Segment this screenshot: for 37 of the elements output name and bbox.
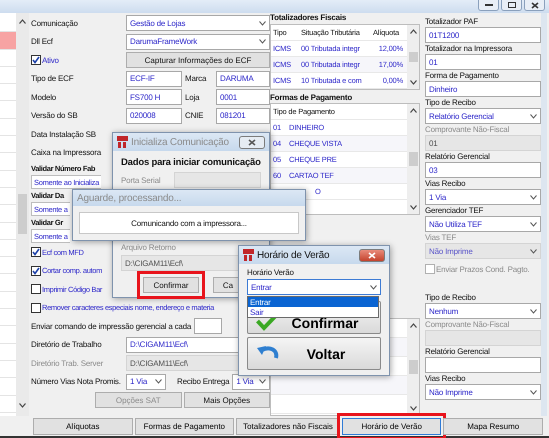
field-label: Totalizador na Impressora bbox=[425, 44, 514, 53]
field-label: CNIE bbox=[185, 111, 204, 120]
field-label: Modelo bbox=[31, 92, 58, 102]
field-label: Loja bbox=[185, 92, 200, 102]
field-label: Diretório de Trabalho bbox=[31, 340, 103, 350]
section-title: Totalizadores Fiscais bbox=[270, 13, 348, 24]
field-label: Tipo de Recibo bbox=[425, 98, 477, 107]
field-label: Marca bbox=[185, 74, 208, 84]
field-label: Arquivo Retorno bbox=[121, 243, 177, 252]
field-label: Relatório Gerencial bbox=[425, 152, 491, 161]
field-label: Vias Recibo bbox=[425, 374, 466, 383]
field-label: Comprovante Não-Fiscal bbox=[425, 320, 510, 329]
field-label: Enviar comando de impressão gerencial a cada bbox=[31, 322, 192, 331]
field-label: Número Vias Nota Promis. bbox=[31, 377, 122, 386]
field-label: Horário Verão bbox=[247, 268, 295, 277]
field-label: Gerenciador TEF bbox=[425, 206, 484, 215]
field-label: Forma de Pagamento bbox=[425, 71, 500, 80]
dialog-title: Inicializa Comunicação bbox=[131, 136, 230, 148]
field-label: Comunicação bbox=[31, 18, 79, 28]
field-label: Recibo Entrega bbox=[177, 377, 230, 386]
field-label: Vias TEF bbox=[425, 233, 458, 242]
field-label: Versão do SB bbox=[31, 111, 79, 120]
field-label: Data Instalação SB bbox=[31, 130, 96, 139]
dialog-title: Aguarde, processando... bbox=[77, 192, 182, 204]
field-label: Comprovante Não-Fiscal bbox=[425, 125, 510, 134]
group-title: Dados para iniciar comunicação bbox=[121, 157, 261, 168]
field-label: Porta Serial bbox=[121, 176, 162, 184]
status-message: Comunicando com a impressora... bbox=[131, 218, 247, 228]
field-label: Dll Ecf bbox=[31, 37, 54, 46]
field-label: Vias Recibo bbox=[425, 179, 466, 188]
field-label: Diretório Trab. Server bbox=[31, 358, 104, 368]
section-title: Formas de Pagamento bbox=[270, 92, 354, 103]
field-label: Relatório Gerencial bbox=[425, 347, 491, 356]
field-label: Totalizador PAF bbox=[425, 17, 479, 26]
field-label: Tipo de ECF bbox=[31, 74, 74, 84]
field-label: Tipo de Recibo bbox=[425, 293, 477, 302]
field-label: Caixa na Impressora bbox=[31, 148, 102, 158]
